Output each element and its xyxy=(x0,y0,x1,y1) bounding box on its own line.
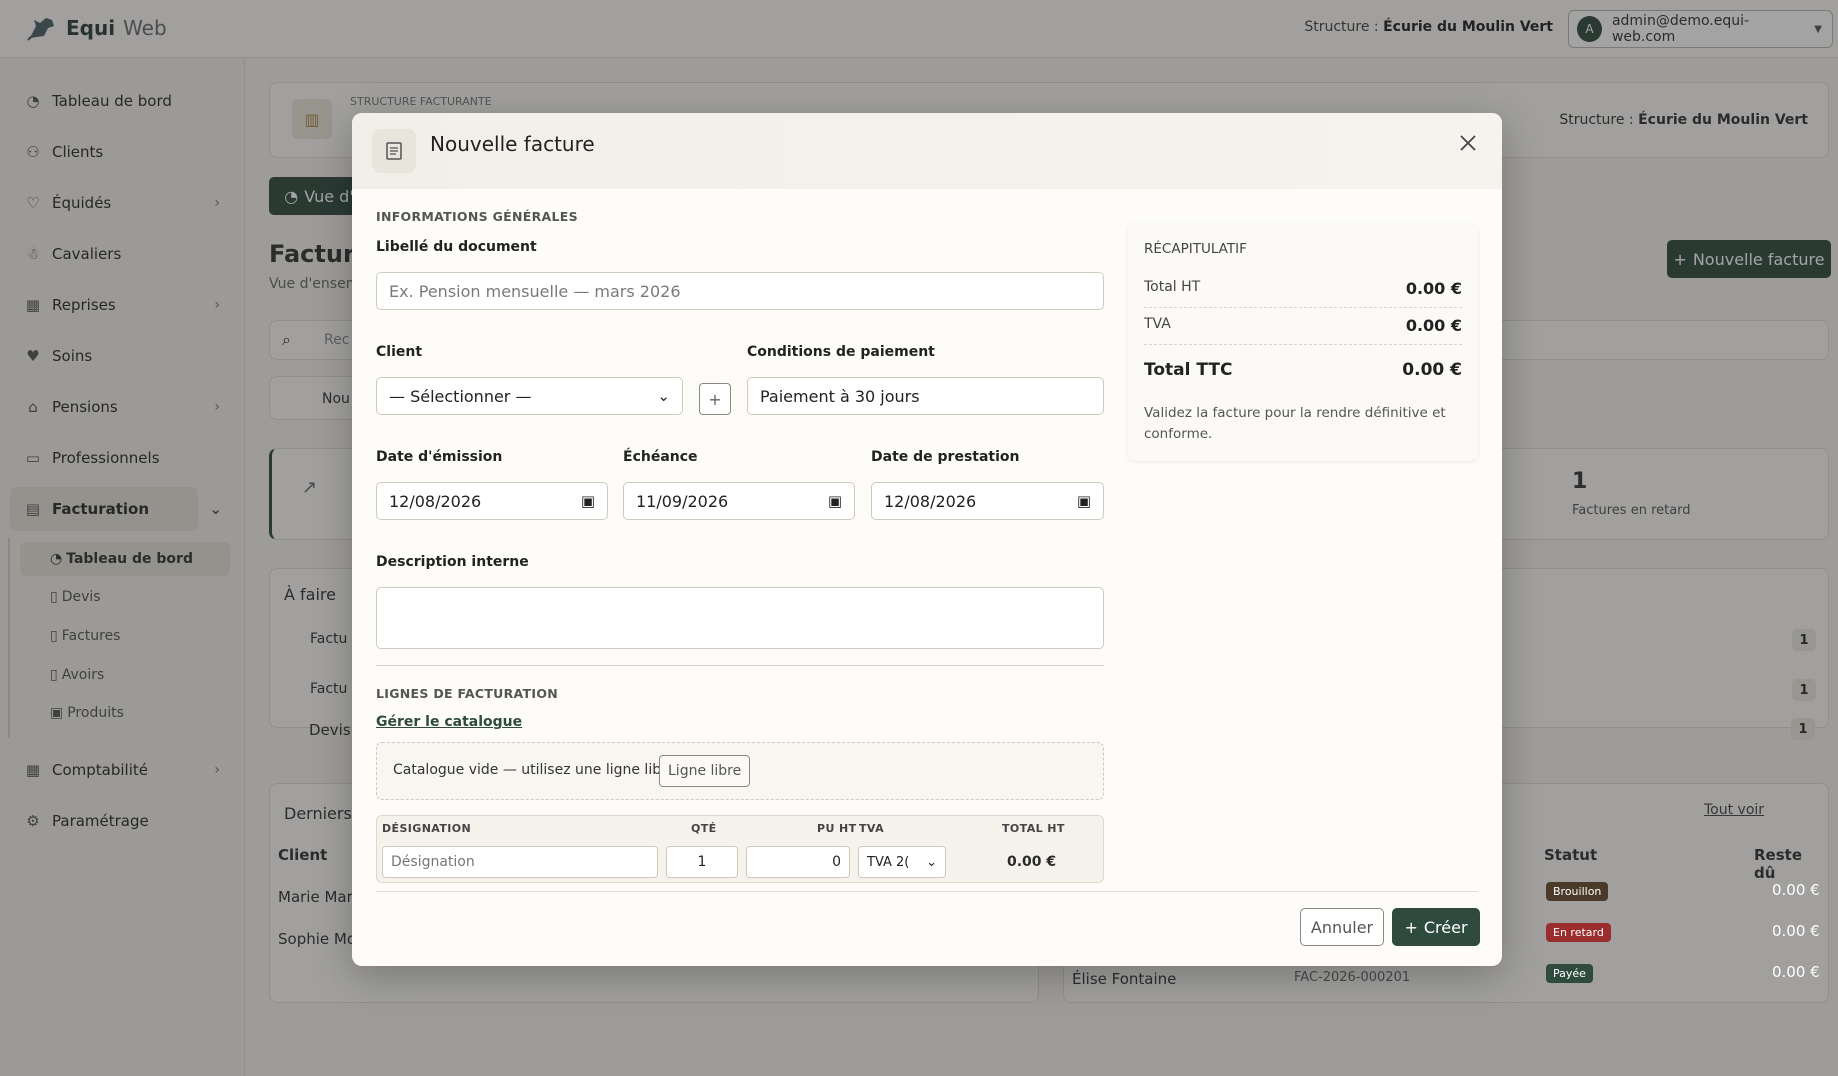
general-section-title: INFORMATIONS GÉNÉRALES xyxy=(376,209,578,224)
modal-header: Nouvelle facture xyxy=(352,113,1502,189)
plus-icon: + xyxy=(708,389,722,409)
description-textarea[interactable] xyxy=(376,587,1104,649)
col-vat: TVA xyxy=(859,822,884,835)
new-invoice-modal: Nouvelle facture INFORMATIONS GÉNÉRALES … xyxy=(352,113,1502,966)
recap-total-ht-value: 0.00 € xyxy=(1405,279,1462,298)
client-label: Client xyxy=(376,344,423,360)
recap-total-ht-label: Total HT xyxy=(1144,279,1201,295)
payment-label: Conditions de paiement xyxy=(747,344,935,360)
service-date-label: Date de prestation xyxy=(871,449,1020,465)
due-date-input[interactable]: 11/09/2026 ▣ xyxy=(623,482,855,520)
chevron-down-icon: ⌄ xyxy=(926,854,937,870)
recap-total-ttc-value: 0.00 € xyxy=(1402,360,1462,380)
issue-date-label: Date d'émission xyxy=(376,449,503,465)
close-icon xyxy=(1460,135,1476,151)
invoice-lines-table: DÉSIGNATION QTÉ PU HT TVA TOTAL HT Désig… xyxy=(376,815,1104,883)
recap-tva-value: 0.00 € xyxy=(1405,316,1462,335)
due-amount: 0.00 € xyxy=(1772,881,1820,899)
client-select[interactable]: — Sélectionner — ⌄ xyxy=(376,377,683,415)
recap-total-ht: Total HT 0.00 € xyxy=(1144,279,1462,298)
payment-terms-input[interactable]: Paiement à 30 jours xyxy=(747,377,1104,415)
status-badge: En retard xyxy=(1546,923,1611,942)
col-designation: DÉSIGNATION xyxy=(382,822,472,835)
service-date-value: 12/08/2026 xyxy=(884,491,977,511)
footer-divider xyxy=(376,891,1478,892)
issue-date-value: 12/08/2026 xyxy=(389,491,482,511)
due-amount: 0.00 € xyxy=(1772,922,1820,940)
status-badge: Brouillon xyxy=(1546,882,1609,901)
manage-catalogue-link[interactable]: Gérer le catalogue xyxy=(376,714,522,730)
chevron-down-icon: ⌄ xyxy=(657,387,670,405)
create-button-label: Créer xyxy=(1423,917,1468,937)
issue-date-input[interactable]: 12/08/2026 ▣ xyxy=(376,482,608,520)
col-total: TOTAL HT xyxy=(1002,822,1065,835)
recap-total-ttc-label: Total TTC xyxy=(1144,360,1233,380)
cancel-button[interactable]: Annuler xyxy=(1300,908,1384,946)
due-amount: 0.00 € xyxy=(1772,963,1820,981)
doc-title-input[interactable]: Ex. Pension mensuelle — mars 2026 xyxy=(376,272,1104,310)
calendar-icon[interactable]: ▣ xyxy=(828,492,842,510)
recap-title: RÉCAPITULATIF xyxy=(1144,241,1247,257)
catalogue-empty-box: Catalogue vide — utilisez une ligne libr… xyxy=(376,742,1104,800)
designation-input[interactable]: Désignation xyxy=(382,846,658,878)
recap-divider xyxy=(1144,344,1462,345)
plus-icon: + xyxy=(1404,917,1418,937)
free-line-button[interactable]: Ligne libre xyxy=(659,755,751,787)
col-qty: QTÉ xyxy=(691,822,717,835)
close-button[interactable] xyxy=(1452,127,1484,159)
vat-select-value: TVA 2( xyxy=(867,854,910,870)
recap-divider xyxy=(1144,307,1462,308)
recap-note: Validez la facture pour la rendre défini… xyxy=(1144,405,1446,442)
recap-total-ttc: Total TTC 0.00 € xyxy=(1144,360,1462,380)
catalogue-empty-text: Catalogue vide — utilisez une ligne libr… xyxy=(393,762,680,778)
recap-tva: TVA 0.00 € xyxy=(1144,316,1462,335)
lines-section-title: LIGNES DE FACTURATION xyxy=(376,686,559,701)
col-unit-price: PU HT xyxy=(817,822,857,835)
vat-select[interactable]: TVA 2( ⌄ xyxy=(858,846,946,878)
recap-panel: RÉCAPITULATIF Total HT 0.00 € TVA 0.00 €… xyxy=(1128,223,1478,461)
qty-input[interactable]: 1 xyxy=(666,846,738,878)
receipt-icon xyxy=(372,129,416,173)
recap-tva-label: TVA xyxy=(1144,316,1171,332)
due-date-label: Échéance xyxy=(623,449,698,465)
calendar-icon[interactable]: ▣ xyxy=(581,492,595,510)
modal-title: Nouvelle facture xyxy=(430,132,595,156)
status-badge: Payée xyxy=(1546,964,1593,983)
client-select-value: — Sélectionner — xyxy=(389,386,532,406)
service-date-input[interactable]: 12/08/2026 ▣ xyxy=(871,482,1104,520)
doc-label: Libellé du document xyxy=(376,239,537,255)
description-label: Description interne xyxy=(376,554,529,570)
line-total: 0.00 € xyxy=(1007,854,1057,870)
calendar-icon[interactable]: ▣ xyxy=(1077,492,1091,510)
add-client-button[interactable]: + xyxy=(699,383,731,415)
create-button[interactable]: + Créer xyxy=(1392,908,1480,946)
due-date-value: 11/09/2026 xyxy=(636,491,729,511)
unit-price-input[interactable]: 0 xyxy=(746,846,850,878)
section-divider xyxy=(376,665,1104,666)
